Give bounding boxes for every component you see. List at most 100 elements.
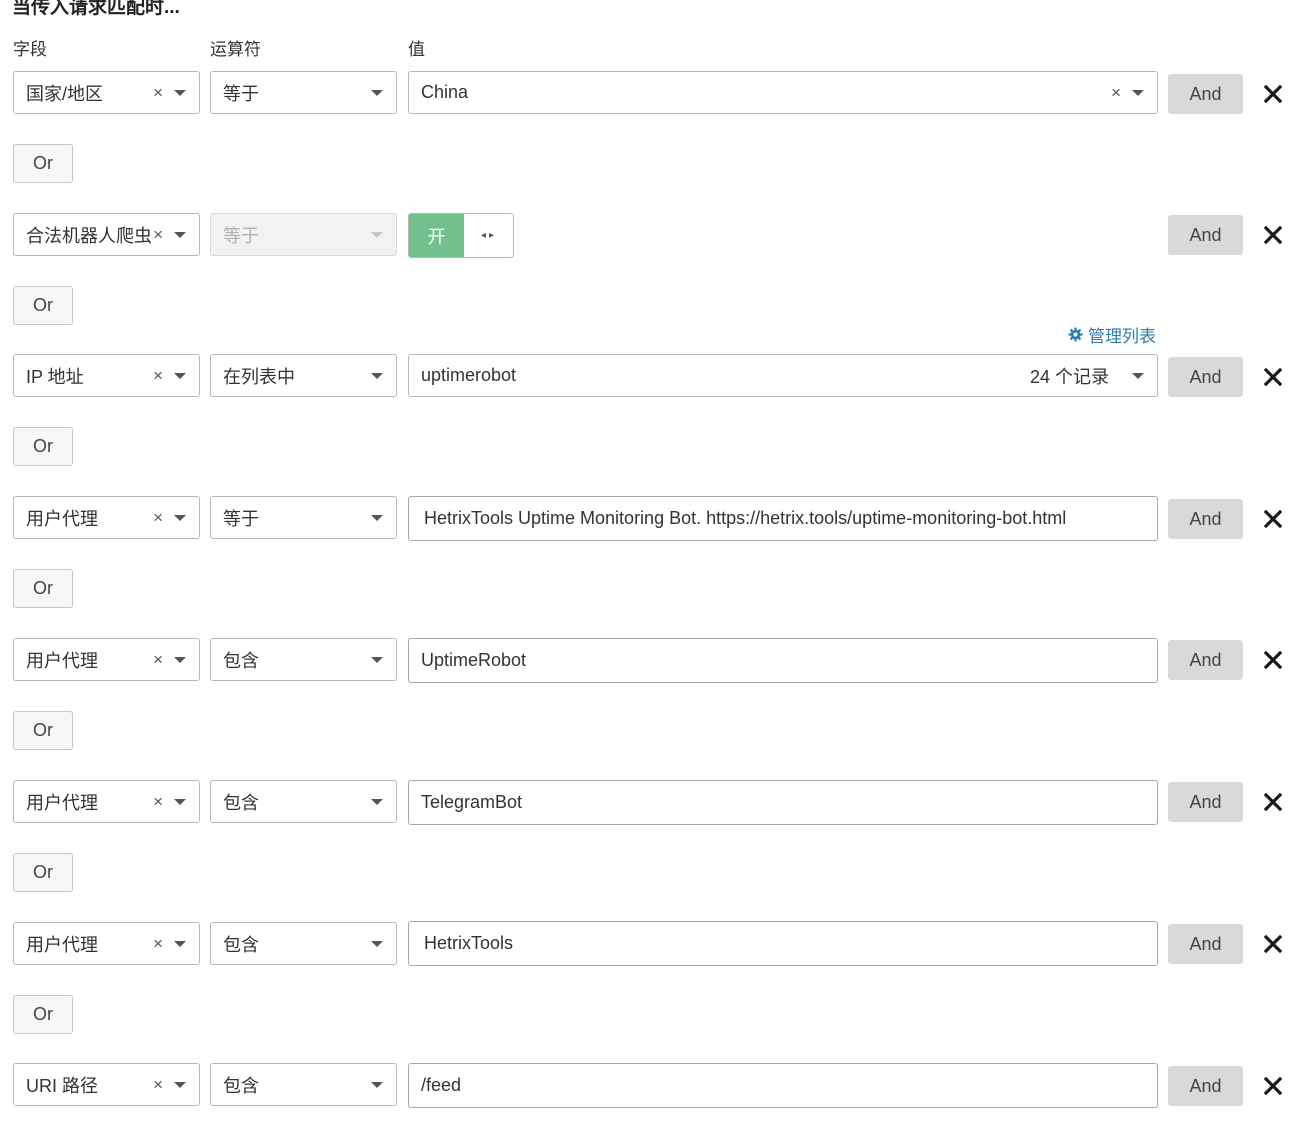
value-input[interactable] — [408, 780, 1158, 825]
and-button[interactable]: And — [1168, 499, 1243, 539]
chevron-down-icon — [371, 515, 383, 521]
field-select[interactable]: 用户代理 × — [13, 638, 200, 681]
toggle-handle-icon: ◂▸ — [480, 230, 498, 241]
remove-rule-icon[interactable] — [1262, 508, 1284, 530]
record-count: 24 个记录 — [1029, 366, 1109, 387]
field-select-value: IP 地址 — [26, 366, 84, 387]
chevron-down-icon — [371, 373, 383, 379]
manage-list-link[interactable]: 管理列表 — [1068, 322, 1156, 347]
field-select[interactable]: 用户代理 × — [13, 780, 200, 823]
clear-icon[interactable]: × — [153, 226, 163, 243]
clear-icon[interactable]: × — [1111, 84, 1121, 101]
or-button[interactable]: Or — [13, 711, 73, 750]
value-input[interactable] — [408, 1063, 1158, 1108]
field-select[interactable]: 合法机器人爬虫 × — [13, 213, 200, 256]
value-select-value: China — [421, 82, 469, 102]
clear-icon[interactable]: × — [153, 651, 163, 668]
section-heading: 当传入请求匹配时... — [12, 0, 180, 18]
operator-select[interactable]: 包含 — [210, 1063, 397, 1106]
field-select-value: URI 路径 — [26, 1075, 98, 1096]
chevron-down-icon — [371, 232, 383, 238]
clear-icon[interactable]: × — [153, 1076, 163, 1093]
and-button[interactable]: And — [1168, 215, 1243, 255]
field-select-value: 用户代理 — [26, 650, 98, 671]
chevron-down-icon — [174, 1082, 186, 1088]
operator-select-value: 等于 — [223, 508, 259, 529]
remove-rule-icon[interactable] — [1262, 1075, 1284, 1097]
field-select[interactable]: URI 路径 × — [13, 1063, 200, 1106]
field-select-value: 合法机器人爬虫 — [26, 225, 152, 246]
chevron-down-icon — [174, 515, 186, 521]
field-select[interactable]: IP 地址 × — [13, 354, 200, 397]
clear-icon[interactable]: × — [153, 84, 163, 101]
and-button[interactable]: And — [1168, 1066, 1243, 1106]
chevron-down-icon — [1132, 373, 1144, 379]
operator-select-value: 等于 — [223, 83, 259, 104]
chevron-down-icon — [174, 799, 186, 805]
and-button[interactable]: And — [1168, 357, 1243, 397]
operator-select-value: 包含 — [223, 650, 259, 671]
and-button[interactable]: And — [1168, 782, 1243, 822]
operator-select[interactable]: 包含 — [210, 638, 397, 681]
operator-select[interactable]: 在列表中 — [210, 354, 397, 397]
operator-select[interactable]: 包含 — [210, 922, 397, 965]
clear-icon[interactable]: × — [153, 935, 163, 952]
operator-select-value: 在列表中 — [223, 366, 295, 387]
or-button[interactable]: Or — [13, 144, 73, 183]
value-input[interactable] — [408, 921, 1158, 966]
chevron-down-icon — [371, 799, 383, 805]
or-button[interactable]: Or — [13, 286, 73, 325]
clear-icon[interactable]: × — [153, 793, 163, 810]
chevron-down-icon — [174, 232, 186, 238]
value-input[interactable] — [408, 638, 1158, 683]
value-column-label: 值 — [408, 40, 425, 59]
remove-rule-icon[interactable] — [1262, 933, 1284, 955]
remove-rule-icon[interactable] — [1262, 791, 1284, 813]
value-input[interactable] — [408, 496, 1158, 541]
list-select[interactable]: uptimerobot 24 个记录 — [408, 354, 1158, 397]
chevron-down-icon — [1132, 90, 1144, 96]
operator-select-value: 包含 — [223, 792, 259, 813]
operator-select[interactable]: 等于 — [210, 71, 397, 114]
gear-icon — [1068, 327, 1083, 342]
remove-rule-icon[interactable] — [1262, 83, 1284, 105]
and-button[interactable]: And — [1168, 640, 1243, 680]
or-button[interactable]: Or — [13, 569, 73, 608]
toggle-on-label: 开 — [409, 214, 464, 257]
chevron-down-icon — [174, 657, 186, 663]
field-select[interactable]: 用户代理 × — [13, 496, 200, 539]
field-select[interactable]: 国家/地区 × — [13, 71, 200, 114]
or-button[interactable]: Or — [13, 853, 73, 892]
or-button[interactable]: Or — [13, 427, 73, 466]
chevron-down-icon — [371, 657, 383, 663]
field-select[interactable]: 用户代理 × — [13, 922, 200, 965]
operator-select-value: 包含 — [223, 1075, 259, 1096]
chevron-down-icon — [174, 90, 186, 96]
chevron-down-icon — [371, 90, 383, 96]
value-toggle[interactable]: 开 ◂▸ — [408, 213, 514, 258]
operator-select-disabled: 等于 — [210, 213, 397, 256]
and-button[interactable]: And — [1168, 924, 1243, 964]
operator-select-value: 包含 — [223, 934, 259, 955]
remove-rule-icon[interactable] — [1262, 649, 1284, 671]
field-select-value: 用户代理 — [26, 792, 98, 813]
and-button[interactable]: And — [1168, 74, 1243, 114]
remove-rule-icon[interactable] — [1262, 366, 1284, 388]
operator-select[interactable]: 等于 — [210, 496, 397, 539]
chevron-down-icon — [174, 373, 186, 379]
remove-rule-icon[interactable] — [1262, 224, 1284, 246]
clear-icon[interactable]: × — [153, 509, 163, 526]
clear-icon[interactable]: × — [153, 367, 163, 384]
operator-select-value: 等于 — [223, 225, 259, 246]
chevron-down-icon — [174, 941, 186, 947]
value-select[interactable]: China × — [408, 71, 1158, 114]
or-button[interactable]: Or — [13, 995, 73, 1034]
chevron-down-icon — [371, 941, 383, 947]
operator-select[interactable]: 包含 — [210, 780, 397, 823]
field-select-value: 国家/地区 — [26, 83, 104, 104]
field-column-label: 字段 — [13, 40, 47, 59]
list-select-value: uptimerobot — [421, 365, 517, 385]
field-select-value: 用户代理 — [26, 508, 98, 529]
chevron-down-icon — [371, 1082, 383, 1088]
field-select-value: 用户代理 — [26, 934, 98, 955]
